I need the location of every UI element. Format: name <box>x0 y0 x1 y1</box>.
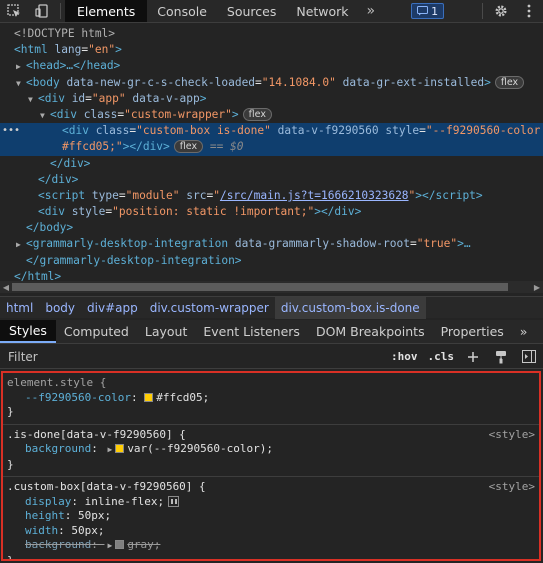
breadcrumb-div-custom-box[interactable]: div.custom-box.is-done <box>274 296 426 319</box>
message-icon <box>417 6 429 16</box>
tree-node-close-html[interactable]: </html> <box>0 269 543 281</box>
styles-pane-highlighted: element.style { --f9290560-color: #ffcd0… <box>1 371 541 561</box>
selected-node-marker: == $0 <box>209 140 244 154</box>
tree-node-div-static[interactable]: <div style="position: static !important;… <box>0 204 543 220</box>
color-swatch-icon[interactable] <box>144 392 154 402</box>
gear-icon[interactable] <box>487 0 515 22</box>
more-tabs-button[interactable]: » <box>359 3 384 19</box>
collapse-triangle-icon[interactable]: ▼ <box>40 108 50 124</box>
horizontal-scrollbar[interactable]: ◀ ▶ <box>0 281 543 293</box>
scrollbar-thumb[interactable] <box>12 283 508 291</box>
color-swatch-icon[interactable] <box>115 444 125 453</box>
tab-elements[interactable]: Elements <box>65 0 148 22</box>
tree-node-head[interactable]: ▶ <head>…</head> <box>0 58 543 74</box>
ellipsis-icon[interactable]: ••• <box>2 123 20 139</box>
breadcrumb-div-app[interactable]: div#app <box>81 297 144 319</box>
style-declaration[interactable]: background: ▶ var(--f9290560-color); <box>7 442 535 458</box>
tree-node-doctype[interactable]: <!DOCTYPE html> <box>0 26 543 42</box>
tree-node-body[interactable]: ▼ <body data-new-gr-c-s-check-loaded="14.… <box>0 75 543 91</box>
tab-dom-breakpoints[interactable]: DOM Breakpoints <box>308 320 433 343</box>
style-source-link[interactable]: <style> <box>489 480 535 495</box>
breadcrumb-div-wrapper[interactable]: div.custom-wrapper <box>144 297 275 319</box>
style-declaration[interactable]: display: inline-flex; <box>7 495 535 510</box>
style-declaration[interactable]: height: 50px; <box>7 509 535 524</box>
color-swatch-icon[interactable] <box>115 540 125 549</box>
paint-format-icon[interactable] <box>487 346 515 368</box>
tab-network[interactable]: Network <box>286 0 358 22</box>
expand-triangle-icon[interactable]: ▶ <box>107 539 112 554</box>
styles-filter-bar: :hov .cls <box>0 345 543 369</box>
flex-badge[interactable]: flex <box>173 140 204 154</box>
flex-badge[interactable]: flex <box>494 75 525 89</box>
tree-node-div-wrapper[interactable]: ▼ <div class="custom-wrapper"> flex <box>0 107 543 123</box>
tab-console[interactable]: Console <box>147 0 217 22</box>
flex-badge[interactable]: flex <box>242 107 272 121</box>
style-rule-element-style[interactable]: element.style { --f9290560-color: #ffcd0… <box>3 373 539 425</box>
scroll-right-icon[interactable]: ▶ <box>531 281 543 293</box>
script-src-link[interactable]: /src/main.js?t=1666210323628 <box>220 189 409 202</box>
breadcrumb-html[interactable]: html <box>0 297 39 319</box>
filter-input[interactable] <box>0 349 360 364</box>
tree-node-close-body[interactable]: </body> <box>0 220 543 236</box>
style-rule-custom-box[interactable]: .custom-box[data-v-f9290560] { <style> d… <box>3 477 539 559</box>
tree-node-div-custom-box-selected[interactable]: ••• <div class="custom-box is-done" data… <box>0 123 543 156</box>
tree-node-close-div[interactable]: </div> <box>0 156 543 172</box>
toolbar-divider <box>482 3 483 19</box>
new-style-rule-icon[interactable] <box>459 346 487 368</box>
elements-tree: <!DOCTYPE html> <html lang="en"> ▶ <head>… <box>0 23 543 281</box>
issues-count: 1 <box>431 4 439 18</box>
tab-sources[interactable]: Sources <box>217 0 286 22</box>
kebab-menu-icon[interactable] <box>515 0 543 22</box>
tab-event-listeners[interactable]: Event Listeners <box>195 320 308 343</box>
collapse-triangle-icon[interactable]: ▼ <box>16 76 26 92</box>
more-subtabs-button[interactable]: » <box>512 320 536 343</box>
expand-triangle-icon[interactable]: ▶ <box>16 59 26 75</box>
toolbar-divider <box>60 3 61 19</box>
style-source-link[interactable]: <style> <box>489 428 535 443</box>
breadcrumb-body[interactable]: body <box>39 297 81 319</box>
tab-properties[interactable]: Properties <box>433 320 512 343</box>
scroll-left-icon[interactable]: ◀ <box>0 281 12 293</box>
tree-node-close-div[interactable]: </div> <box>0 172 543 188</box>
expand-triangle-icon[interactable]: ▶ <box>107 443 112 458</box>
style-declaration[interactable]: width: 50px; <box>7 524 535 539</box>
inspect-element-icon[interactable] <box>0 0 28 22</box>
devtools-toolbar: Elements Console Sources Network » 1 <box>0 0 543 23</box>
tree-node-grammarly[interactable]: ▶ <grammarly-desktop-integration data-gra… <box>0 236 543 252</box>
toggle-sidebar-icon[interactable] <box>515 346 543 368</box>
tab-layout[interactable]: Layout <box>137 320 196 343</box>
issues-badge[interactable]: 1 <box>411 3 445 19</box>
tab-computed[interactable]: Computed <box>56 320 137 343</box>
style-declaration-overridden[interactable]: background: ▶ gray; <box>7 538 535 554</box>
tree-node-close-grammarly[interactable]: </grammarly-desktop-integration> <box>0 253 543 269</box>
style-declaration[interactable]: --f9290560-color: #ffcd05; <box>7 391 535 406</box>
cls-button[interactable]: .cls <box>423 350 460 363</box>
device-toolbar-icon[interactable] <box>28 0 56 22</box>
styles-subtabs: Styles Computed Layout Event Listeners D… <box>0 320 543 344</box>
tab-styles[interactable]: Styles <box>0 320 56 343</box>
tree-node-div-app[interactable]: ▼ <div id="app" data-v-app> <box>0 91 543 107</box>
rule-selector: .is-done[data-v-f9290560] { <box>7 427 186 441</box>
rule-selector: element.style { <box>7 376 107 389</box>
flexbox-editor-icon[interactable] <box>168 495 180 507</box>
tree-node-html[interactable]: <html lang="en"> <box>0 42 543 58</box>
style-rule-is-done[interactable]: .is-done[data-v-f9290560] { <style> back… <box>3 425 539 477</box>
hov-button[interactable]: :hov <box>386 350 423 363</box>
tree-node-script[interactable]: <script type="module" src="/src/main.js?… <box>0 188 543 204</box>
rule-selector: .custom-box[data-v-f9290560] { <box>7 480 206 493</box>
collapse-triangle-icon[interactable]: ▼ <box>28 92 38 108</box>
expand-triangle-icon[interactable]: ▶ <box>16 237 26 253</box>
breadcrumb: html body div#app div.custom-wrapper div… <box>0 296 543 319</box>
